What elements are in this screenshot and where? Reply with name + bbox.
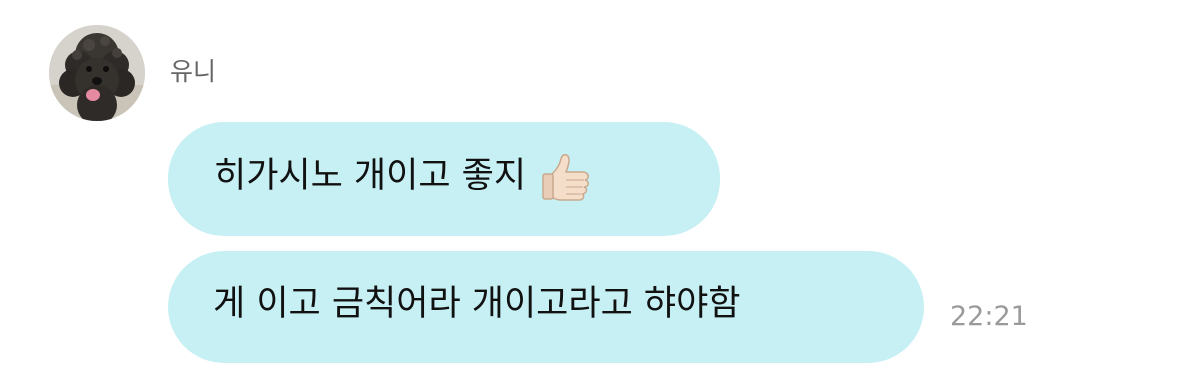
message-text: 게 이고 금칙어라 개이고라고 햐야함 [213,284,741,324]
avatar[interactable] [49,25,145,121]
sender-name: 유니 [170,57,217,86]
chat-thread: 유니 히가시노 개이고 좋지 게 이고 금칙어라 개이고라고 햐야함 22:21 [0,0,1200,373]
message-timestamp: 22:21 [950,301,1028,332]
message-text: 히가시노 개이고 좋지 [214,156,527,196]
thumbs-up-icon [541,149,595,211]
message-bubble[interactable]: 게 이고 금칙어라 개이고라고 햐야함 [168,251,924,363]
message-bubble[interactable]: 히가시노 개이고 좋지 [168,122,720,236]
poodle-avatar-icon [49,25,145,121]
